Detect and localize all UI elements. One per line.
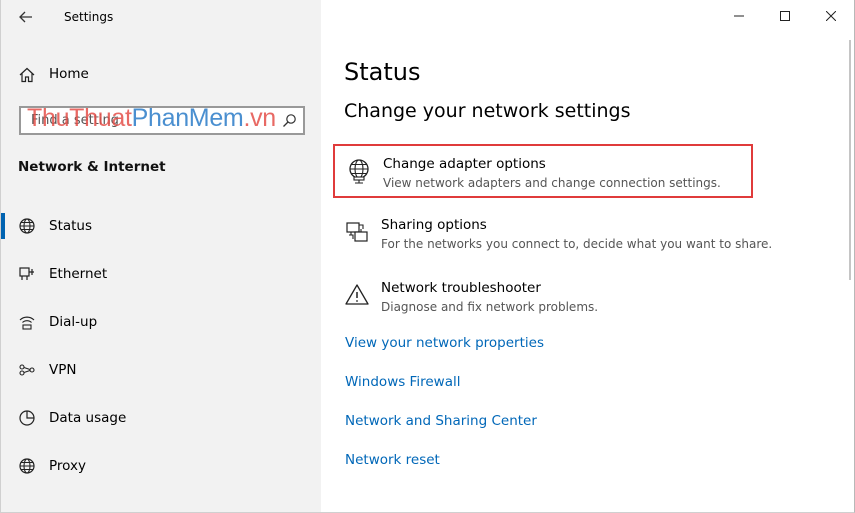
ethernet-icon [19, 267, 34, 280]
dialup-icon [19, 316, 35, 330]
home-icon [19, 67, 35, 83]
option-title: Network troubleshooter [381, 280, 541, 296]
page-title: Status [344, 58, 421, 86]
sidebar-item-label: Status [49, 218, 93, 234]
view-network-properties-link[interactable]: View your network properties [345, 335, 544, 351]
sidebar-item-label: Data usage [49, 410, 127, 426]
sidebar: Settings Home Find a setting ThuThuatPha… [0, 0, 321, 513]
sidebar-item-data-usage[interactable]: Data usage [1, 400, 322, 436]
network-sharing-center-link[interactable]: Network and Sharing Center [345, 413, 537, 429]
close-button[interactable] [808, 0, 854, 32]
option-title: Change adapter options [383, 156, 546, 172]
scrollbar[interactable] [849, 40, 851, 280]
windows-firewall-link[interactable]: Windows Firewall [345, 374, 460, 390]
vpn-icon [19, 364, 35, 376]
home-label: Home [49, 66, 89, 82]
active-indicator [1, 213, 5, 239]
sharing-icon [346, 222, 368, 242]
sidebar-item-label: VPN [49, 362, 77, 378]
sidebar-item-vpn[interactable]: VPN [1, 352, 322, 388]
sidebar-item-label: Ethernet [49, 266, 108, 282]
search-icon [283, 114, 296, 127]
maximize-button[interactable] [762, 0, 808, 32]
minimize-icon [734, 15, 744, 17]
option-title: Sharing options [381, 217, 487, 233]
section-title: Network & Internet [18, 159, 166, 175]
section-heading: Change your network settings [344, 100, 631, 122]
back-arrow-icon [19, 11, 32, 23]
window-title: Settings [64, 10, 114, 24]
warning-icon [345, 284, 369, 305]
sidebar-item-label: Proxy [49, 458, 86, 474]
adapter-icon [349, 159, 369, 184]
option-description: Diagnose and fix network problems. [381, 300, 599, 314]
close-icon [826, 11, 836, 21]
maximize-icon [780, 11, 790, 21]
search-placeholder: Find a setting [31, 113, 119, 128]
change-adapter-options[interactable]: Change adapter options View network adap… [333, 144, 753, 198]
search-input[interactable]: Find a setting [19, 106, 305, 135]
option-description: For the networks you connect to, decide … [381, 237, 773, 251]
data-usage-icon [19, 410, 35, 426]
globe-icon [19, 218, 35, 234]
sharing-options[interactable]: Sharing options For the networks you con… [333, 207, 772, 261]
sidebar-item-dialup[interactable]: Dial-up [1, 304, 322, 340]
sidebar-item-proxy[interactable]: Proxy [1, 448, 322, 484]
globe-icon [19, 458, 35, 474]
option-description: View network adapters and change connect… [383, 176, 721, 190]
main-content: Status Change your network settings Chan… [321, 0, 855, 513]
back-button[interactable] [15, 6, 37, 28]
sidebar-item-label: Dial-up [49, 314, 98, 330]
network-reset-link[interactable]: Network reset [345, 452, 440, 468]
minimize-button[interactable] [716, 0, 762, 32]
sidebar-item-ethernet[interactable]: Ethernet [1, 256, 322, 292]
network-troubleshooter[interactable]: Network troubleshooter Diagnose and fix … [333, 270, 753, 324]
sidebar-item-status[interactable]: Status [1, 208, 322, 244]
home-nav-item[interactable]: Home [1, 60, 322, 90]
